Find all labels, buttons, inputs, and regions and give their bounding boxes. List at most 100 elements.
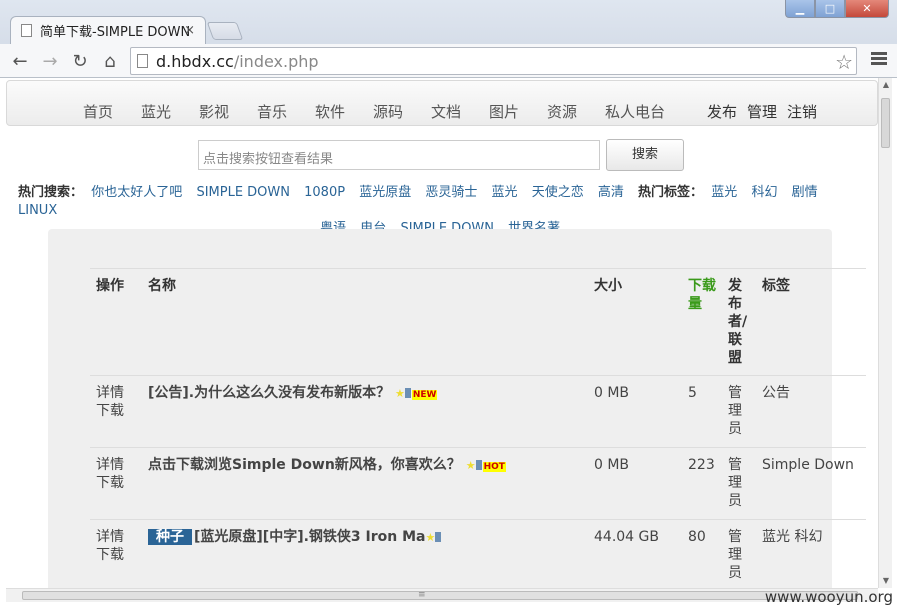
- vertical-scrollbar[interactable]: ▲ ▼: [878, 78, 892, 588]
- torrent-table: 操作 名称 大小 下载量 发布者/联盟 标签 详情 下载 [公告].为什么这么久…: [90, 268, 866, 588]
- nav-logout[interactable]: 注销: [787, 101, 817, 122]
- search-button[interactable]: 搜索: [606, 139, 684, 171]
- row-downloads: 80: [682, 519, 722, 588]
- table-header-row: 操作 名称 大小 下载量 发布者/联盟 标签: [90, 268, 866, 376]
- hscroll-thumb[interactable]: [22, 591, 858, 600]
- row-downloads: 223: [682, 447, 722, 520]
- scroll-down-icon[interactable]: ▼: [879, 574, 893, 588]
- forward-icon[interactable]: →: [38, 49, 62, 73]
- table-row: 详情 下载 种子 [蓝光原盘][中字].钢铁侠3 Iron Ma★ 44.04 G…: [90, 519, 866, 588]
- minimize-button[interactable]: ▁: [785, 0, 815, 18]
- hot-tag-link[interactable]: 蓝光: [711, 185, 737, 200]
- row-size: 0 MB: [588, 447, 682, 520]
- window-controls: ▁ □ ✕: [785, 0, 889, 18]
- col-header-size[interactable]: 大小: [588, 268, 682, 376]
- row-size: 44.04 GB: [588, 519, 682, 588]
- page-icon: [137, 54, 148, 68]
- horizontal-scrollbar[interactable]: ≡: [6, 588, 878, 602]
- col-header-tags: 标签: [756, 268, 866, 376]
- page-icon: [21, 24, 32, 37]
- search-input[interactable]: 点击搜索按钮查看结果: [198, 140, 600, 170]
- tab-title: 简单下载-SIMPLE DOWN: [40, 25, 191, 40]
- nav-item-resources[interactable]: 资源: [547, 101, 577, 122]
- scroll-up-icon[interactable]: ▲: [879, 78, 893, 92]
- watermark: www.wooyun.org: [764, 588, 893, 606]
- back-icon[interactable]: ←: [8, 49, 32, 73]
- browser-chrome: ▁ □ ✕ 简单下载-SIMPLE DOWN × ← → ↻ ⌂ d.hbdx.…: [0, 0, 897, 78]
- hot-search-link[interactable]: 蓝光原盘: [359, 185, 411, 200]
- magnet-icon: [435, 532, 442, 542]
- nav-item-radio[interactable]: 私人电台: [605, 101, 665, 122]
- reload-icon[interactable]: ↻: [68, 49, 92, 73]
- home-icon[interactable]: ⌂: [98, 49, 122, 73]
- nav-item-source[interactable]: 源码: [373, 101, 403, 122]
- col-header-actions: 操作: [90, 268, 142, 376]
- grip-icon: ≡: [418, 590, 426, 600]
- nav-publish[interactable]: 发布: [707, 101, 737, 122]
- nav-item-video[interactable]: 影视: [199, 101, 229, 122]
- table-row: 详情 下载 点击下载浏览Simple Down新风格，你喜欢么？ ★ HOT 0 …: [90, 447, 866, 520]
- nav-item-home[interactable]: 首页: [83, 101, 113, 122]
- maximize-button[interactable]: □: [815, 0, 845, 18]
- browser-toolbar: ← → ↻ ⌂ d.hbdx.cc/index.php ☆: [0, 44, 897, 78]
- hot-tag-link[interactable]: 科幻: [751, 185, 777, 200]
- url-path: /index.php: [233, 51, 319, 71]
- browser-tab[interactable]: 简单下载-SIMPLE DOWN ×: [10, 16, 206, 44]
- url-host: d.hbdx.cc: [156, 51, 234, 71]
- hot-search-link[interactable]: 你也太好人了吧: [91, 185, 182, 200]
- hot-badge: HOT: [482, 462, 506, 472]
- nav-item-images[interactable]: 图片: [489, 101, 519, 122]
- col-header-downloads[interactable]: 下载量: [682, 268, 722, 376]
- row-publisher: 管理员: [722, 519, 756, 588]
- hot-tag-link[interactable]: LINUX: [18, 203, 57, 218]
- col-header-publisher: 发布者/联盟: [722, 268, 756, 376]
- menu-icon[interactable]: [871, 50, 887, 67]
- star-icon: ★: [425, 531, 436, 544]
- new-badge: NEW: [411, 390, 438, 400]
- row-name[interactable]: 种子 [蓝光原盘][中字].钢铁侠3 Iron Ma★: [142, 519, 588, 588]
- row-name[interactable]: [公告].为什么这么久没有发布新版本？ ★ NEW: [142, 375, 588, 448]
- row-title[interactable]: [公告].为什么这么久没有发布新版本？: [148, 385, 390, 401]
- nav-item-music[interactable]: 音乐: [257, 101, 287, 122]
- bookmark-star-icon[interactable]: ☆: [835, 50, 853, 74]
- star-icon: ★: [395, 387, 405, 400]
- nav-item-software[interactable]: 软件: [315, 101, 345, 122]
- hot-search-link[interactable]: 恶灵骑士: [425, 185, 477, 200]
- hot-search-link[interactable]: 天使之恋: [532, 185, 584, 200]
- new-tab-button[interactable]: [206, 22, 244, 40]
- hot-search-link[interactable]: SIMPLE DOWN: [196, 185, 290, 200]
- nav-item-bluray[interactable]: 蓝光: [141, 101, 171, 122]
- row-downloads: 5: [682, 375, 722, 448]
- close-window-button[interactable]: ✕: [845, 0, 889, 18]
- row-name[interactable]: 点击下载浏览Simple Down新风格，你喜欢么？ ★ HOT: [142, 447, 588, 520]
- hot-search-link[interactable]: 1080P: [304, 185, 345, 200]
- row-actions[interactable]: 详情 下载: [90, 519, 142, 588]
- row-title[interactable]: [蓝光原盘][中字].钢铁侠3 Iron Ma: [194, 529, 425, 545]
- hot-search-link[interactable]: 蓝光: [492, 185, 518, 200]
- seed-badge[interactable]: 种子: [148, 529, 192, 545]
- main-nav: 首页 蓝光 影视 音乐 软件 源码 文档 图片 资源 私人电台 发布 管理 注销: [6, 80, 878, 126]
- col-header-name[interactable]: 名称: [142, 268, 588, 376]
- star-icon: ★: [465, 459, 476, 472]
- row-tags[interactable]: 公告: [756, 375, 866, 448]
- row-size: 0 MB: [588, 375, 682, 448]
- table-row: 详情 下载 [公告].为什么这么久没有发布新版本？ ★ NEW 0 MB 5 管理…: [90, 375, 866, 448]
- nav-manage[interactable]: 管理: [747, 101, 777, 122]
- row-tags[interactable]: Simple Down: [756, 447, 866, 520]
- row-actions[interactable]: 详情 下载: [90, 375, 142, 448]
- hot-search-label: 热门搜索：: [18, 185, 84, 200]
- magnet-icon: [404, 388, 411, 398]
- hot-tag-link[interactable]: 剧情: [792, 185, 818, 200]
- nav-item-docs[interactable]: 文档: [431, 101, 461, 122]
- row-actions[interactable]: 详情 下载: [90, 447, 142, 520]
- address-bar[interactable]: d.hbdx.cc/index.php: [130, 47, 857, 75]
- row-tags[interactable]: 蓝光 科幻: [756, 519, 866, 588]
- row-publisher: 管理员: [722, 375, 756, 448]
- page-viewport: 首页 蓝光 影视 音乐 软件 源码 文档 图片 资源 私人电台 发布 管理 注销…: [6, 78, 878, 588]
- magnet-icon: [475, 460, 482, 470]
- scroll-thumb[interactable]: [881, 98, 890, 148]
- tab-close-icon[interactable]: ×: [184, 23, 195, 38]
- row-publisher: 管理员: [722, 447, 756, 520]
- hot-search-link[interactable]: 高清: [598, 185, 624, 200]
- row-title[interactable]: 点击下载浏览Simple Down新风格，你喜欢么？: [148, 457, 461, 473]
